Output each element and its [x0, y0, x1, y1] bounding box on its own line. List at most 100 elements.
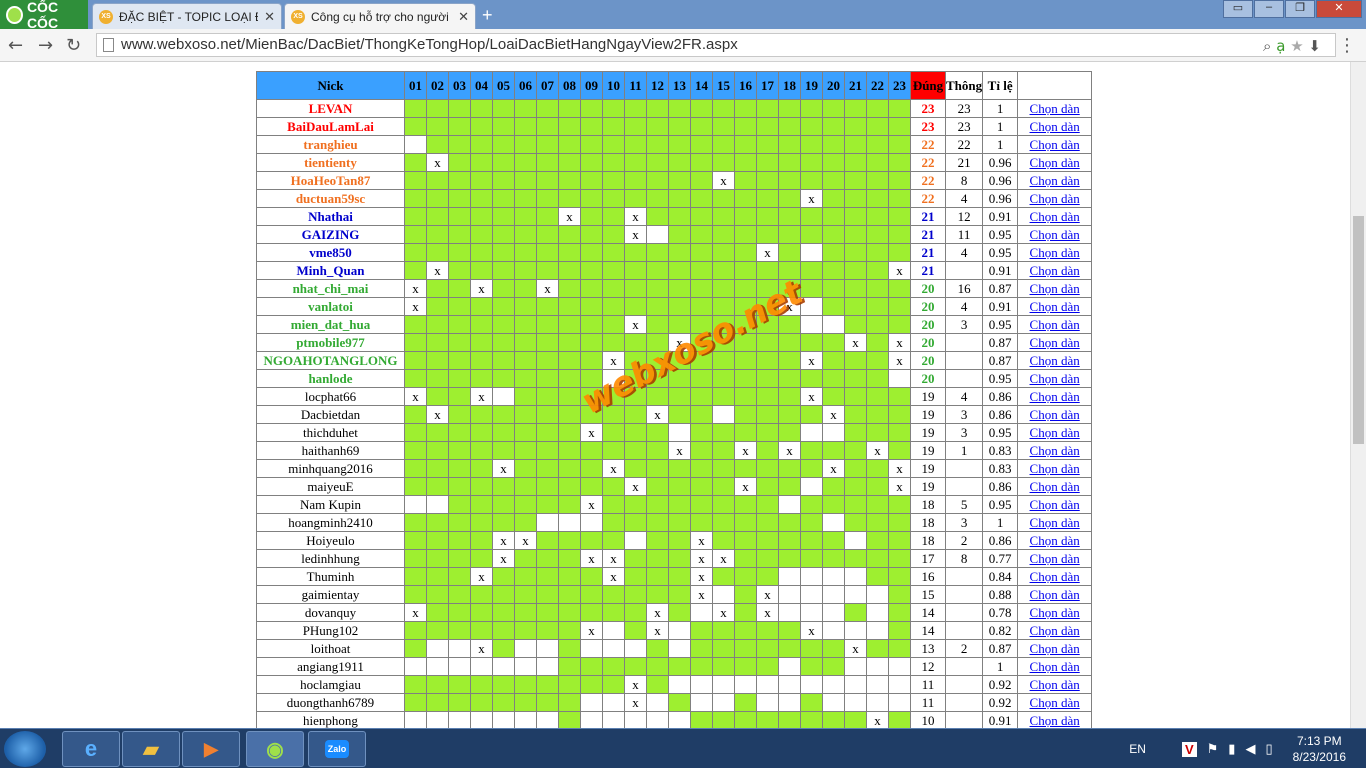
chon-dan-link[interactable]: Chọn dàn: [1030, 569, 1080, 584]
chon-dan-link[interactable]: Chọn dàn: [1030, 227, 1080, 242]
chon-dan-link[interactable]: Chọn dàn: [1030, 317, 1080, 332]
day-cell: [448, 639, 471, 658]
new-tab-icon[interactable]: +: [482, 5, 493, 26]
ie-taskbar-button[interactable]: e: [62, 731, 120, 767]
tile-cell: 1: [982, 99, 1019, 118]
chon-dan-link[interactable]: Chọn dàn: [1030, 263, 1080, 278]
chon-dan-link[interactable]: Chọn dàn: [1030, 551, 1080, 566]
coccoc-logo[interactable]: CỐC CỐC: [0, 0, 88, 31]
day-cell: [602, 711, 625, 728]
close-window-icon[interactable]: ✕: [1316, 0, 1362, 18]
chon-dan-link[interactable]: Chọn dàn: [1030, 605, 1080, 620]
vertical-scrollbar[interactable]: [1350, 62, 1366, 728]
minimize-icon[interactable]: –: [1254, 0, 1284, 18]
day-cell: [800, 657, 823, 676]
chon-dan-link[interactable]: Chọn dàn: [1030, 533, 1080, 548]
reload-icon[interactable]: ↻: [66, 35, 81, 56]
user-icon[interactable]: ▭: [1223, 0, 1253, 18]
chon-dan-link[interactable]: Chọn dàn: [1030, 677, 1080, 692]
day-cell: [558, 549, 581, 568]
chon-dan-link[interactable]: Chọn dàn: [1030, 659, 1080, 674]
scrollbar-thumb[interactable]: [1353, 216, 1364, 444]
day-cell: x: [888, 351, 911, 370]
day-cell: [580, 675, 603, 694]
day-cell: [756, 351, 779, 370]
day-cell: [492, 171, 515, 190]
browser-toolbar: ← → ↻ www.webxoso.net/MienBac/DacBiet/Th…: [0, 29, 1366, 62]
chon-dan-link[interactable]: Chọn dàn: [1030, 137, 1080, 152]
day-cell: x: [800, 621, 823, 640]
chon-dan-link[interactable]: Chọn dàn: [1030, 245, 1080, 260]
chon-dan-link[interactable]: Chọn dàn: [1030, 497, 1080, 512]
antivirus-icon[interactable]: V: [1181, 741, 1197, 757]
volume-icon[interactable]: ◀: [1245, 741, 1255, 757]
chon-dan-link[interactable]: Chọn dàn: [1030, 407, 1080, 422]
day-cell: [448, 603, 471, 622]
chon-dan-link[interactable]: Chọn dàn: [1030, 155, 1080, 170]
chon-dan-link[interactable]: Chọn dàn: [1030, 461, 1080, 476]
day-cell: [404, 261, 427, 280]
header-dung: Đúng: [910, 71, 946, 100]
table-row: vanlatoi x x 20 4 0.91 Chọn dàn: [256, 297, 1093, 316]
chon-dan-link[interactable]: Chọn dàn: [1030, 425, 1080, 440]
close-tab-icon[interactable]: ✕: [264, 9, 275, 25]
chon-dan-link[interactable]: Chọn dàn: [1030, 209, 1080, 224]
chon-dan-link[interactable]: Chọn dàn: [1030, 119, 1080, 134]
dung-cell: 14: [910, 621, 946, 640]
extension-icon[interactable]: ạ: [1276, 37, 1285, 55]
dung-cell: 21: [910, 207, 946, 226]
chon-dan-link[interactable]: Chọn dàn: [1030, 515, 1080, 530]
tab-topic[interactable]: XS ĐẶC BIỆT - TOPIC LOẠI Đ ✕: [92, 3, 282, 29]
download-icon[interactable]: ⬇: [1308, 37, 1321, 55]
chon-dan-link[interactable]: Chọn dàn: [1030, 695, 1080, 710]
chon-dan-link[interactable]: Chọn dàn: [1030, 587, 1080, 602]
network-icon[interactable]: ▮: [1228, 741, 1235, 757]
tile-cell: 0.88: [982, 585, 1019, 604]
chon-dan-link[interactable]: Chọn dàn: [1030, 623, 1080, 638]
day-cell: [800, 531, 823, 550]
bookmark-star-icon[interactable]: ★: [1290, 37, 1303, 55]
day-cell: [756, 693, 779, 712]
zalo-taskbar-button[interactable]: Zalo: [308, 731, 366, 767]
day-cell: [778, 243, 801, 262]
chon-dan-link[interactable]: Chọn dàn: [1030, 335, 1080, 350]
maximize-icon[interactable]: ❐: [1285, 0, 1315, 18]
chon-dan-link[interactable]: Chọn dàn: [1030, 443, 1080, 458]
day-cell: [602, 117, 625, 136]
day-cell: [800, 549, 823, 568]
dung-cell: 20: [910, 279, 946, 298]
flag-icon[interactable]: ⚑: [1207, 741, 1219, 757]
chon-dan-link[interactable]: Chọn dàn: [1030, 353, 1080, 368]
media-taskbar-button[interactable]: ▶: [182, 731, 240, 767]
clock[interactable]: 7:13 PM 8/23/2016: [1293, 733, 1346, 765]
language-indicator[interactable]: EN: [1129, 742, 1146, 756]
chon-dan-link[interactable]: Chọn dàn: [1030, 371, 1080, 386]
chon-dan-link[interactable]: Chọn dàn: [1030, 389, 1080, 404]
zoom-icon[interactable]: ⌕: [1263, 37, 1271, 55]
back-icon[interactable]: ←: [8, 35, 23, 56]
chon-dan-link[interactable]: Chọn dàn: [1030, 299, 1080, 314]
menu-icon[interactable]: ⋮: [1338, 35, 1356, 56]
day-cell: [866, 99, 889, 118]
address-bar[interactable]: www.webxoso.net/MienBac/DacBiet/ThongKeT…: [96, 33, 1336, 57]
nick-cell: angiang1911: [256, 657, 405, 676]
chon-dan-link[interactable]: Chọn dàn: [1030, 173, 1080, 188]
dung-cell: 21: [910, 225, 946, 244]
explorer-taskbar-button[interactable]: ▰: [122, 731, 180, 767]
action-cell: Chọn dàn: [1017, 189, 1093, 208]
chon-dan-link[interactable]: Chọn dàn: [1030, 101, 1080, 116]
chon-dan-link[interactable]: Chọn dàn: [1030, 191, 1080, 206]
forward-icon[interactable]: →: [38, 35, 53, 56]
chon-dan-link[interactable]: Chọn dàn: [1030, 713, 1080, 728]
day-cell: [734, 639, 757, 658]
header-day: 18: [778, 71, 801, 100]
coccoc-taskbar-button[interactable]: ◉: [246, 731, 304, 767]
tab-cong-cu[interactable]: XS Công cụ hỗ trợ cho người ✕: [284, 3, 476, 29]
chon-dan-link[interactable]: Chọn dàn: [1030, 281, 1080, 296]
close-tab-icon[interactable]: ✕: [458, 9, 469, 25]
chon-dan-link[interactable]: Chọn dàn: [1030, 479, 1080, 494]
battery-icon[interactable]: ▯: [1265, 741, 1272, 757]
start-button[interactable]: [4, 731, 46, 767]
day-cell: [624, 441, 647, 460]
chon-dan-link[interactable]: Chọn dàn: [1030, 641, 1080, 656]
